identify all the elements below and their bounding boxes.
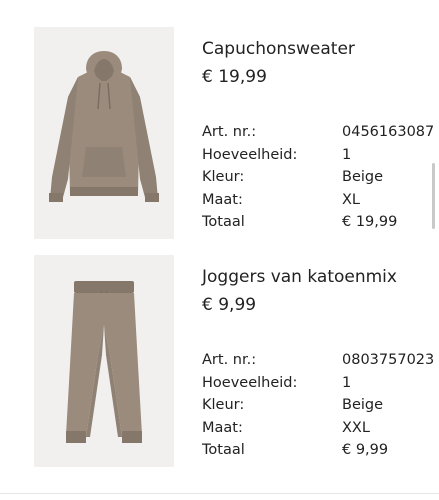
detail-value: Beige [342, 169, 384, 185]
detail-label: Maat: [202, 419, 243, 436]
detail-value: 0803757023 [342, 352, 435, 368]
detail-value: 0456163087 [342, 124, 435, 140]
detail-row-size: Maat: XXL [202, 417, 437, 440]
detail-row-quantity: Hoeveelheid: 1 [202, 372, 437, 395]
detail-label: Hoeveelheid: [202, 374, 298, 391]
detail-label: Art. nr.: [202, 352, 257, 368]
detail-label: Hoeveelheid: [202, 146, 298, 163]
detail-label: Art. nr.: [202, 124, 257, 140]
detail-row-article: Art. nr.: 0803757023 [202, 349, 437, 372]
product-image[interactable] [34, 255, 174, 467]
detail-value: 1 [342, 146, 352, 163]
product-details: Art. nr.: 0456163087 Hoeveelheid: 1 Kleu… [202, 121, 437, 234]
product-price: € 19,99 [202, 67, 267, 87]
joggers-image [34, 255, 174, 467]
detail-label: Totaal [202, 214, 245, 230]
detail-value: XXL [342, 419, 370, 436]
detail-row-total: Totaal € 19,99 [202, 211, 437, 234]
detail-label: Maat: [202, 191, 243, 208]
product-info: Joggers van katoenmix € 9,99 [202, 266, 397, 316]
detail-row-total: Totaal € 9,99 [202, 439, 437, 462]
product-details: Art. nr.: 0803757023 Hoeveelheid: 1 Kleu… [202, 349, 437, 462]
detail-row-color: Kleur: Beige [202, 394, 437, 417]
product-price: € 9,99 [202, 295, 257, 315]
hoodie-image [34, 27, 174, 239]
product-name[interactable]: Capuchonsweater [202, 38, 355, 60]
detail-value: € 9,99 [342, 442, 389, 458]
divider [0, 493, 439, 494]
detail-row-color: Kleur: Beige [202, 166, 437, 189]
scrollbar[interactable] [432, 163, 435, 229]
detail-value: 1 [342, 374, 352, 391]
detail-value: Beige [342, 397, 384, 413]
detail-value: XL [342, 191, 361, 208]
detail-row-quantity: Hoeveelheid: 1 [202, 144, 437, 167]
detail-row-article: Art. nr.: 0456163087 [202, 121, 437, 144]
detail-value: € 19,99 [342, 214, 398, 230]
detail-row-size: Maat: XL [202, 189, 437, 212]
detail-label: Kleur: [202, 169, 245, 185]
product-image[interactable] [34, 27, 174, 239]
product-info: Capuchonsweater € 19,99 [202, 38, 355, 88]
detail-label: Kleur: [202, 397, 245, 413]
product-name[interactable]: Joggers van katoenmix [202, 266, 397, 288]
detail-label: Totaal [202, 442, 245, 458]
